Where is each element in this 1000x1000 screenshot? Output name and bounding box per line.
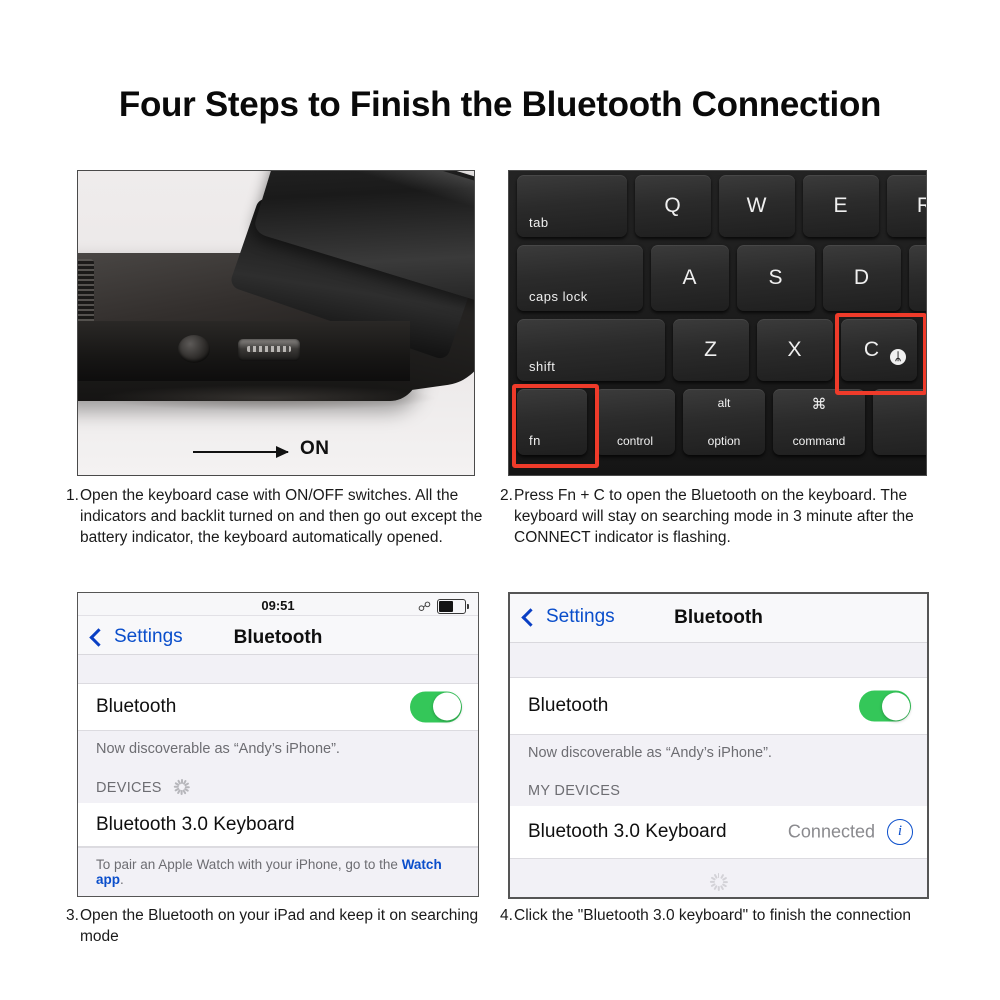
section-gap — [78, 655, 478, 684]
command-symbol-icon: ⌘ — [811, 396, 827, 413]
instruction-sheet: Four Steps to Finish the Bluetooth Conne… — [0, 0, 1000, 1000]
info-icon[interactable]: i — [887, 819, 913, 845]
key-space — [873, 389, 926, 455]
devices-section-label: DEVICES — [96, 780, 162, 797]
key-a: A — [651, 245, 729, 311]
status-bar-indicators: ☍ — [417, 599, 469, 614]
micro-usb-port — [238, 339, 300, 361]
bluetooth-toggle-row[interactable]: Bluetooth — [510, 678, 927, 735]
step-2-number: 2. — [500, 487, 513, 504]
key-control: control — [595, 389, 675, 455]
my-devices-section-header: MY DEVICES — [510, 769, 927, 806]
step-2-photo: tab Q W E R caps lock A S D F shift Z X … — [508, 170, 927, 476]
ios-settings-screen-connected: Settings Bluetooth Bluetooth Now discove… — [510, 594, 927, 897]
nav-bar: Settings Bluetooth — [510, 594, 927, 643]
bluetooth-status-icon: ☍ — [417, 599, 431, 614]
watch-footnote-suffix: . — [120, 872, 124, 888]
bluetooth-toggle[interactable] — [410, 691, 462, 723]
key-z: Z — [673, 319, 749, 381]
nav-bar: Settings Bluetooth — [78, 616, 478, 656]
step-3-text: Open the Bluetooth on your iPad and keep… — [80, 907, 479, 945]
key-x: X — [757, 319, 833, 381]
key-d: D — [823, 245, 901, 311]
nav-title: Bluetooth — [233, 627, 323, 649]
step-1-text: Open the keyboard case with ON/OFF switc… — [80, 487, 483, 546]
key-fn: fn — [517, 389, 587, 455]
page-title: Four Steps to Finish the Bluetooth Conne… — [118, 85, 882, 124]
key-r: R — [887, 175, 926, 237]
step-2-caption: 2. Press Fn + C to open the Bluetooth on… — [500, 485, 948, 548]
bluetooth-toggle-row[interactable]: Bluetooth — [78, 683, 478, 732]
step-4-screenshot: Settings Bluetooth Bluetooth Now discove… — [508, 592, 929, 899]
my-devices-section-label: MY DEVICES — [528, 783, 621, 799]
nav-title: Bluetooth — [674, 607, 763, 628]
section-gap — [510, 643, 927, 678]
step-4-caption: 4. Click the "Bluetooth 3.0 keyboard" to… — [500, 905, 948, 926]
step-3-number: 3. — [66, 907, 79, 924]
key-f: F — [909, 245, 926, 311]
power-switch-button — [178, 335, 210, 363]
battery-icon — [437, 599, 469, 614]
searching-spinner-icon — [709, 873, 728, 891]
key-tab: tab — [517, 175, 627, 237]
devices-section-header: DEVICES — [78, 765, 478, 804]
bluetooth-toggle[interactable] — [859, 690, 911, 722]
step-1-caption: 1. Open the keyboard case with ON/OFF sw… — [66, 485, 506, 548]
key-e: E — [803, 175, 879, 237]
key-caps-lock: caps lock — [517, 245, 643, 311]
step-1-number: 1. — [66, 487, 79, 504]
bluetooth-row-label: Bluetooth — [96, 695, 177, 717]
watch-footnote: To pair an Apple Watch with your iPhone,… — [78, 847, 478, 896]
key-shift: shift — [517, 319, 665, 381]
step-1-photo: ON — [77, 170, 475, 476]
device-status: Connected — [787, 821, 875, 842]
ios-settings-screen: 09:51 ☍ Settings Bluetooth Bluetooth Now… — [78, 593, 478, 896]
key-w: W — [719, 175, 795, 237]
step-2-text: Press Fn + C to open the Bluetooth on th… — [514, 487, 914, 546]
key-s: S — [737, 245, 815, 311]
device-name: Bluetooth 3.0 Keyboard — [528, 821, 727, 842]
step-4-number: 4. — [500, 907, 513, 924]
step-3-caption: 3. Open the Bluetooth on your iPad and k… — [66, 905, 506, 947]
bluetooth-row-label: Bluetooth — [528, 695, 609, 716]
screen-filler — [510, 859, 927, 897]
key-alt-option: alt option — [683, 389, 765, 455]
key-q: Q — [635, 175, 711, 237]
step-3-screenshot: 09:51 ☍ Settings Bluetooth Bluetooth Now… — [77, 592, 479, 897]
discoverable-note: Now discoverable as “Andy’s iPhone”. — [510, 735, 927, 769]
bluetooth-icon: ᛦ — [890, 349, 906, 365]
photo-shadow — [98, 385, 438, 411]
discoverable-note: Now discoverable as “Andy’s iPhone”. — [78, 731, 478, 766]
key-command: ⌘ command — [773, 389, 865, 455]
key-c: C ᛦ — [841, 319, 917, 381]
key-v — [925, 319, 926, 381]
on-arrow-icon — [193, 446, 289, 458]
step-4-text: Click the "Bluetooth 3.0 keyboard" to fi… — [514, 907, 912, 924]
device-name: Bluetooth 3.0 Keyboard — [96, 813, 295, 835]
on-label: ON — [300, 438, 330, 459]
device-row-bluetooth-keyboard[interactable]: Bluetooth 3.0 Keyboard Connected i — [510, 806, 927, 859]
searching-spinner-icon — [174, 779, 191, 796]
device-row-bluetooth-keyboard[interactable]: Bluetooth 3.0 Keyboard — [78, 803, 478, 848]
status-bar: 09:51 ☍ — [78, 593, 478, 617]
watch-footnote-prefix: To pair an Apple Watch with your iPhone,… — [96, 857, 402, 873]
